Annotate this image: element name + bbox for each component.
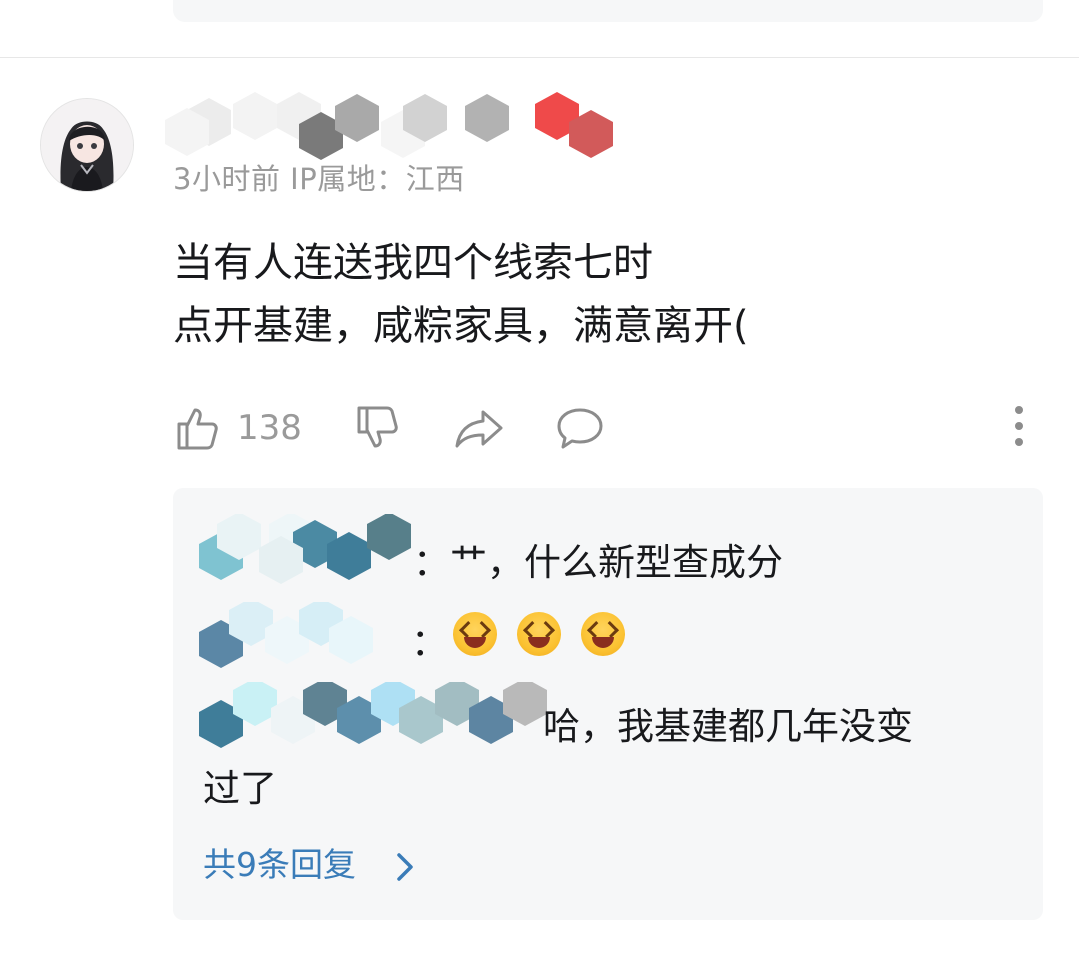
reply-text-3-continued: 过了 <box>203 767 277 810</box>
comment-line-1: 当有人连送我四个线索七时 <box>173 240 653 286</box>
comment-meta: 3小时前 IP属地：江西 <box>173 162 465 196</box>
laughing-emoji <box>516 611 561 656</box>
comment-actions: 138 <box>173 400 1033 456</box>
laughing-emoji <box>453 611 497 656</box>
username-mosaic <box>165 92 613 160</box>
thumbs-down-icon[interactable] <box>353 404 401 456</box>
comment-body: 当有人连送我四个线索七时 点开基建，咸粽家具，满意离开( <box>173 232 749 358</box>
more-vertical-icon[interactable] <box>1007 406 1031 450</box>
laughing-emoji <box>580 611 625 656</box>
reply-bubble-icon[interactable] <box>555 404 605 456</box>
comment-line-2: 点开基建，咸粽家具，满意离开( <box>173 303 749 349</box>
avatar[interactable] <box>40 98 134 192</box>
share-icon[interactable] <box>453 404 505 456</box>
reply-author-mosaic <box>199 514 411 584</box>
avatar-image <box>41 99 133 191</box>
chevron-right-icon <box>396 852 413 881</box>
view-all-replies-link[interactable]: 共9条回复 <box>203 838 417 886</box>
reply-text-2: ： <box>411 621 448 664</box>
reply-text-1: ：艹，什么新型查成分 <box>413 541 783 584</box>
reply-text-3: 哈，我基建都几年没变 <box>543 705 913 748</box>
reply-author-mosaic <box>199 682 547 748</box>
divider <box>0 57 1079 58</box>
previous-comment-card <box>173 0 1043 22</box>
reply-panel: ：艹，什么新型查成分 ： 哈，我基建都几年没变 过了 共9条回复 <box>173 488 1043 920</box>
reply-item[interactable]: ：艹，什么新型查成分 <box>199 514 1023 592</box>
reply-item[interactable]: ： <box>199 602 1023 672</box>
reply-author-mosaic <box>199 602 373 668</box>
emoji-row <box>453 610 633 656</box>
thumbs-up-icon[interactable] <box>173 404 221 456</box>
view-all-replies-label: 共9条回复 <box>203 845 356 884</box>
like-count: 138 <box>237 408 302 448</box>
reply-item[interactable]: 哈，我基建都几年没变 <box>199 682 1023 756</box>
